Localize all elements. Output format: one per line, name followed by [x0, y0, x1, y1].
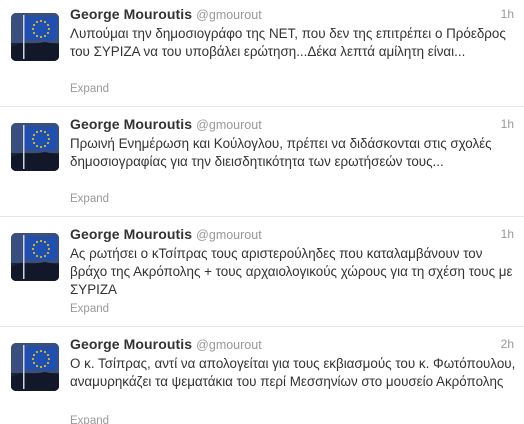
author-username[interactable]: @gmourout: [196, 338, 262, 352]
tweet-timeline: George Mouroutis @gmourout 1h Λυπούμαι τη…: [0, 0, 524, 424]
eu-flag-avatar-icon: [11, 233, 59, 281]
tweet[interactable]: George Mouroutis @gmourout 1h Πρωινή Ενημ…: [0, 107, 524, 217]
author-fullname[interactable]: George Mouroutis: [70, 226, 192, 242]
tweet-header: George Mouroutis @gmourout 1h: [70, 116, 514, 134]
author-username[interactable]: @gmourout: [196, 228, 262, 242]
expand-link[interactable]: Expand: [70, 415, 109, 424]
tweet[interactable]: George Mouroutis @gmourout 1h Λυπούμαι τη…: [0, 0, 524, 107]
author-fullname[interactable]: George Mouroutis: [70, 116, 192, 132]
tweet-text: Πρωινή Ενημέρωση και Κούλογλου, πρέπει ν…: [70, 136, 492, 169]
author-username[interactable]: @gmourout: [196, 118, 262, 132]
expand-link[interactable]: Expand: [70, 83, 109, 95]
expand-link[interactable]: Expand: [70, 303, 109, 315]
tweet-header: George Mouroutis @gmourout 1h: [70, 6, 514, 24]
expand-link[interactable]: Expand: [70, 193, 109, 205]
author-fullname[interactable]: George Mouroutis: [70, 6, 192, 22]
author-fullname[interactable]: George Mouroutis: [70, 336, 192, 352]
tweet-timestamp[interactable]: 1h: [501, 7, 514, 21]
tweet-text: Ας ρωτήσει ο κΤσίπρας τους αριστερούληδε…: [70, 246, 513, 297]
tweet-timestamp[interactable]: 2h: [501, 337, 514, 351]
eu-flag-avatar-icon: [11, 123, 59, 171]
tweet-header: George Mouroutis @gmourout 1h: [70, 226, 514, 244]
tweet-text: Λυπούμαι την δημοσιογράφο της ΝΕΤ, που δ…: [70, 26, 506, 59]
eu-flag-avatar-icon: [11, 13, 59, 61]
tweet[interactable]: George Mouroutis @gmourout 1h Ας ρωτήσει …: [0, 217, 524, 327]
avatar[interactable]: [11, 233, 59, 281]
avatar[interactable]: [11, 343, 59, 391]
avatar[interactable]: [11, 13, 59, 61]
tweet-header: George Mouroutis @gmourout 2h: [70, 336, 514, 354]
tweet-timestamp[interactable]: 1h: [501, 227, 514, 241]
tweet-timestamp[interactable]: 1h: [501, 117, 514, 131]
avatar[interactable]: [11, 123, 59, 171]
eu-flag-avatar-icon: [11, 343, 59, 391]
author-username[interactable]: @gmourout: [196, 8, 262, 22]
tweet-text: Ο κ. Τσίπρας, αντί να απολογείται για το…: [70, 356, 516, 389]
tweet[interactable]: George Mouroutis @gmourout 2h Ο κ. Τσίπρα…: [0, 327, 524, 424]
